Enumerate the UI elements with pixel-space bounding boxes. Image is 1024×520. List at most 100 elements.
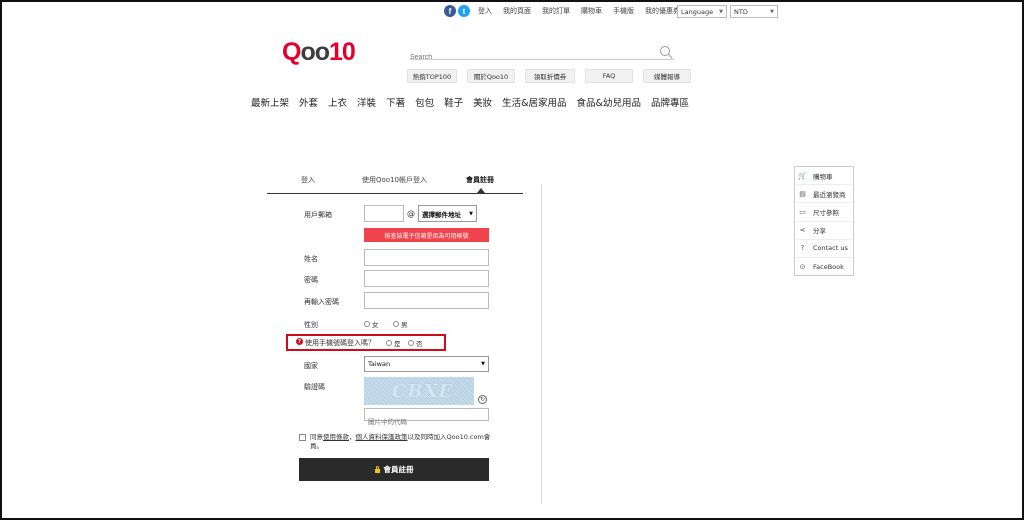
ruler-icon: ▭ [799, 207, 806, 216]
gender-female-label: 女 [372, 321, 379, 329]
phone-login-no-label: 否 [416, 340, 423, 348]
gender-label: 性別 [304, 321, 318, 329]
question-icon[interactable]: ? [296, 338, 303, 345]
qoo10-logo[interactable]: Qoo10 [282, 38, 356, 67]
country-value: Taiwan [368, 360, 391, 368]
twitter-icon[interactable]: t [458, 5, 470, 17]
category-food-baby[interactable]: 食品&幼兒用品 [577, 95, 641, 109]
top-link-mobile[interactable]: 手機版 [613, 6, 634, 16]
gender-male-radio[interactable]: 男 [393, 319, 408, 329]
quick-link-about[interactable]: 關於Qoo10 [467, 69, 515, 83]
currency-select-label: NTD [734, 7, 748, 16]
quick-link-coupons[interactable]: 領取折價券 [525, 69, 575, 83]
captcha-image: CBXE [364, 377, 474, 405]
email-user-input[interactable] [364, 205, 404, 227]
social-links: f t [444, 5, 470, 17]
sidebar-item-size[interactable]: ▭ 尺寸參照 [795, 203, 853, 222]
cart-icon: 🛒 [798, 171, 807, 180]
category-bags[interactable]: 包包 [415, 95, 434, 109]
password-input[interactable] [364, 270, 489, 292]
quick-link-media[interactable]: 媒體報導 [643, 69, 691, 83]
register-button[interactable]: 會員註冊 [299, 458, 489, 481]
register-button-label: 會員註冊 [383, 465, 414, 474]
search-icon[interactable] [660, 46, 670, 56]
country-label: 國家 [304, 362, 318, 370]
category-coats[interactable]: 外套 [299, 95, 318, 109]
top-utility-bar: f t 登入 我的頁面 我的訂單 購物車 手機版 我的優惠券 Language … [0, 5, 1024, 19]
sidebar-item-label: 最近瀏覽商 [813, 190, 846, 199]
quick-sidebar: 🛒 購物車 ▤ 最近瀏覽商 ▭ 尺寸參照 ⋖ 分享 ? Contact us ⊙… [794, 166, 854, 276]
search-input[interactable] [410, 54, 650, 61]
sidebar-item-label: Contact us [813, 244, 848, 253]
tab-login[interactable]: 登入 [301, 175, 315, 185]
tab-register[interactable]: 會員註冊 [466, 175, 494, 185]
agreement-text: 同意使用條款，個人資料保護政策以及同時加入Qoo10.com會員。 [310, 433, 494, 451]
gender-female-radio[interactable]: 女 [364, 319, 379, 329]
phone-login-yes-radio[interactable]: 是 [386, 338, 401, 348]
sidebar-item-contact[interactable]: ? Contact us [795, 240, 853, 258]
captcha-input-field[interactable] [365, 417, 488, 428]
sidebar-item-label: 尺寸參照 [813, 208, 839, 217]
top-link-my-orders[interactable]: 我的訂單 [542, 6, 570, 16]
top-link-my-page[interactable]: 我的頁面 [503, 6, 531, 16]
vertical-divider [541, 184, 542, 504]
quick-link-faq[interactable]: FAQ [585, 69, 633, 83]
active-tab-indicator [477, 188, 485, 193]
email-label: 用戶郵箱 [304, 211, 332, 219]
password-confirm-label: 再輸入密碼 [304, 298, 339, 306]
agree-checkbox[interactable] [299, 434, 306, 441]
category-bottoms[interactable]: 下著 [386, 95, 405, 109]
currency-select[interactable]: NTD ▼ [730, 5, 778, 18]
phone-login-no-radio[interactable]: 否 [408, 338, 423, 348]
country-select[interactable]: Taiwan ▼ [364, 356, 489, 372]
category-nav: 最新上架 外套 上衣 洋裝 下著 包包 鞋子 美妝 生活&居家用品 食品&幼兒用… [251, 95, 699, 109]
share-icon: ⋖ [799, 226, 806, 235]
sidebar-item-share[interactable]: ⋖ 分享 [795, 222, 853, 240]
top-link-cart[interactable]: 購物車 [581, 6, 602, 16]
captcha-label: 驗證碼 [304, 383, 325, 391]
name-input[interactable] [364, 249, 489, 271]
category-new[interactable]: 最新上架 [251, 95, 289, 109]
category-dresses[interactable]: 洋裝 [357, 95, 376, 109]
language-select[interactable]: Language ▼ [677, 5, 727, 18]
gender-male-label: 男 [401, 321, 408, 329]
logo-q: Q [282, 38, 301, 66]
top-link-coupons[interactable]: 我的優惠券 [645, 6, 680, 16]
check-email-button[interactable]: 檢查該電子信箱是否為可用帳號 [364, 228, 489, 242]
category-brands[interactable]: 品牌專區 [651, 95, 689, 109]
top-link-login[interactable]: 登入 [478, 6, 492, 16]
captcha-input[interactable] [364, 408, 489, 428]
privacy-link[interactable]: 個人資料保護政策 [356, 433, 408, 441]
password-label: 密碼 [304, 276, 318, 284]
language-select-label: Language [681, 7, 714, 16]
category-tops[interactable]: 上衣 [328, 95, 347, 109]
radio-icon [408, 340, 414, 346]
logo-oo: oo [300, 38, 330, 66]
quick-link-top100[interactable]: 熱銷TOP100 [407, 69, 457, 83]
radio-icon [393, 321, 399, 327]
sidebar-item-label: FaceBook [813, 263, 844, 272]
chevron-down-icon: ▼ [481, 361, 485, 367]
category-beauty[interactable]: 美妝 [473, 95, 492, 109]
facebook-icon[interactable]: f [444, 5, 456, 17]
category-home[interactable]: 生活&居家用品 [502, 95, 566, 109]
chevron-down-icon: ▼ [770, 8, 774, 15]
sidebar-item-label: 購物車 [813, 172, 833, 181]
at-sign: @ [407, 209, 415, 218]
tab-qoo10-login[interactable]: 使用Qoo10帳戶登入 [362, 175, 427, 185]
sidebar-item-facebook[interactable]: ⊙ FaceBook [795, 258, 853, 276]
sidebar-item-cart[interactable]: 🛒 購物車 [795, 167, 853, 186]
sidebar-item-recent[interactable]: ▤ 最近瀏覽商 [795, 185, 853, 204]
radio-icon [364, 321, 370, 327]
location-pin-icon: ⊙ [799, 263, 806, 272]
category-shoes[interactable]: 鞋子 [444, 95, 463, 109]
search-bar [410, 44, 674, 61]
terms-link[interactable]: 使用條款 [323, 433, 349, 441]
radio-icon [386, 340, 392, 346]
logo-ten: 10 [329, 38, 356, 66]
email-domain-value: 選擇郵件地址 [422, 210, 461, 219]
password-confirm-input[interactable] [364, 292, 489, 314]
email-domain-select[interactable]: 選擇郵件地址 ▼ [418, 205, 477, 222]
refresh-icon[interactable]: ↻ [478, 395, 487, 404]
chevron-down-icon: ▼ [719, 8, 723, 15]
